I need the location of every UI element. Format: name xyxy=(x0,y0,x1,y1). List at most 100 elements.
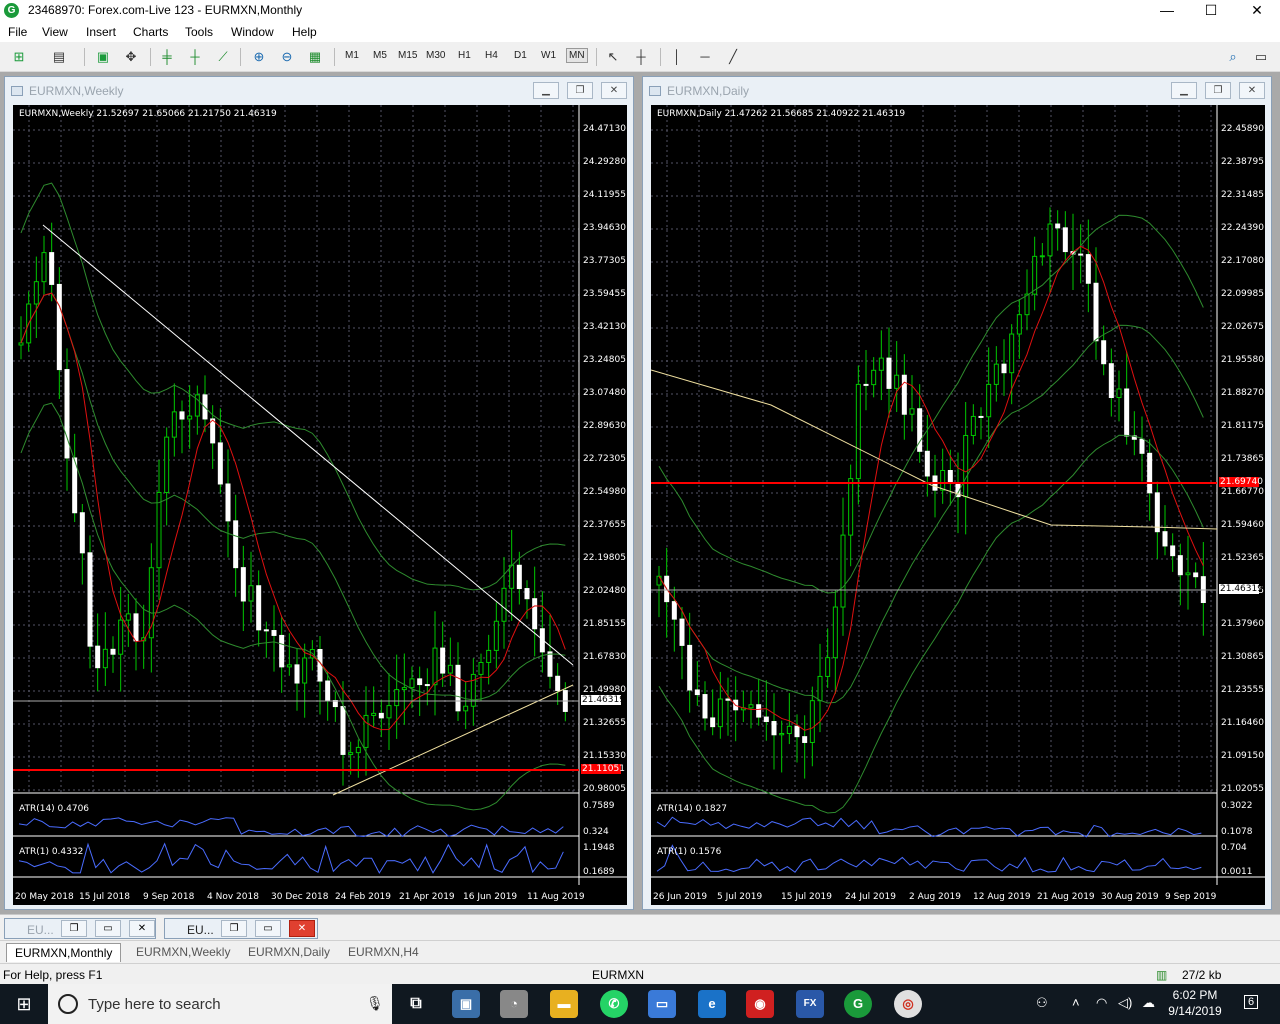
close-button[interactable]: ✕ xyxy=(1234,0,1280,22)
search-box[interactable]: Type here to search 🎙 xyxy=(48,984,392,1024)
chart-restore-button[interactable]: ❐ xyxy=(1205,82,1231,99)
chart-close-button[interactable]: ✕ xyxy=(1239,82,1265,99)
tile-windows-icon[interactable]: ▦ xyxy=(304,47,326,67)
task-view-icon[interactable]: ⧉ xyxy=(402,990,430,1018)
tab-weekly[interactable]: EURMXN,Weekly xyxy=(128,943,238,962)
app-icon[interactable]: ▣ xyxy=(452,990,480,1018)
vertical-line-icon[interactable]: │ xyxy=(666,47,688,67)
timeframe-m15[interactable]: M15 xyxy=(398,50,417,61)
maximize-button[interactable]: ☐ xyxy=(1188,0,1234,22)
zoom-in-icon[interactable]: ⊕ xyxy=(248,47,270,67)
chart-window-titlebar[interactable]: EURMXN,Daily ▁ ❐ ✕ xyxy=(643,77,1271,103)
cursor-icon[interactable]: ↖ xyxy=(602,47,624,67)
menu-tools[interactable]: Tools xyxy=(185,25,213,39)
edge-icon[interactable]: e xyxy=(698,990,726,1018)
candle-body xyxy=(970,415,976,436)
timeframe-h1[interactable]: H1 xyxy=(458,50,471,61)
chart-restore-button[interactable]: ❐ xyxy=(567,82,593,99)
timeframe-mn[interactable]: MN xyxy=(566,48,588,63)
timeframe-w1[interactable]: W1 xyxy=(541,50,556,61)
line-chart-icon[interactable]: ⟋ xyxy=(212,47,234,67)
market-watch-icon[interactable]: ▣ xyxy=(92,47,114,67)
tab-daily[interactable]: EURMXN,Daily xyxy=(240,943,338,962)
bar-chart-icon[interactable]: ╪ xyxy=(156,47,178,67)
candle-body xyxy=(978,415,984,418)
app-icon[interactable]: ▭ xyxy=(648,990,676,1018)
clock[interactable]: 6:02 PM 9/14/2019 xyxy=(1160,987,1230,1019)
moving-average-red xyxy=(20,292,566,731)
menu-view[interactable]: View xyxy=(42,25,68,39)
menu-charts[interactable]: Charts xyxy=(133,25,168,39)
candle-body xyxy=(164,436,170,493)
candle-body xyxy=(271,630,277,636)
chart-canvas[interactable]: EURMXN,Daily 21.47262 21.56685 21.40922 … xyxy=(651,105,1265,905)
timeframe-h4[interactable]: H4 xyxy=(485,50,498,61)
timeframe-m30[interactable]: M30 xyxy=(426,50,445,61)
app-icon[interactable]: ◉ xyxy=(746,990,774,1018)
file-explorer-icon[interactable]: ▬ xyxy=(550,990,578,1018)
candlestick-icon[interactable]: ┼ xyxy=(184,47,206,67)
chart-window-weekly[interactable]: EURMXN,Weekly ▁ ❐ ✕ EURMXN,Weekly 21.526… xyxy=(4,76,634,910)
candle-body xyxy=(1177,555,1183,576)
volume-icon[interactable]: ◁) xyxy=(1118,995,1132,1011)
onedrive-icon[interactable]: ☁ xyxy=(1142,995,1155,1011)
menu-insert[interactable]: Insert xyxy=(86,25,116,39)
whatsapp-icon[interactable]: ✆ xyxy=(600,990,628,1018)
close-button[interactable]: ✕ xyxy=(289,920,315,937)
chart-info: EURMXN,Weekly 21.52697 21.65066 21.21750… xyxy=(19,109,277,119)
new-chart-icon[interactable]: ⊞ xyxy=(8,47,30,67)
date-axis-label: 9 Sep 2018 xyxy=(143,892,195,902)
chat-icon[interactable]: ▭ xyxy=(1250,47,1272,67)
notifications-icon[interactable]: 6 xyxy=(1244,995,1259,1009)
restore-button[interactable]: ❐ xyxy=(61,920,87,937)
tab-monthly[interactable]: EURMXN,Monthly xyxy=(6,943,122,962)
candle-body xyxy=(947,469,953,484)
candle-body xyxy=(1047,223,1053,257)
search-icon[interactable]: ⌕ xyxy=(1222,47,1244,67)
chrome-icon[interactable]: ◎ xyxy=(894,990,922,1018)
price-chart[interactable] xyxy=(651,105,1265,905)
app-icon[interactable]: ◔ xyxy=(500,990,528,1018)
timeframe-m1[interactable]: M1 xyxy=(345,50,359,61)
minimized-window[interactable]: EU... ❐ ▭ ✕ xyxy=(4,918,156,939)
candle-body xyxy=(33,281,39,305)
crosshair-icon[interactable]: ┼ xyxy=(630,47,652,67)
tray-chevron-icon[interactable]: ˄ xyxy=(1072,995,1080,1010)
start-button[interactable]: ⊞ xyxy=(0,984,48,1024)
trendline-icon[interactable]: ╱ xyxy=(722,47,744,67)
menu-help[interactable]: Help xyxy=(292,25,317,39)
horizontal-line-icon[interactable]: ─ xyxy=(694,47,716,67)
chart-minimize-button[interactable]: ▁ xyxy=(1171,82,1197,99)
close-button[interactable]: ✕ xyxy=(129,920,155,937)
mic-icon[interactable]: 🎙 xyxy=(366,995,384,1012)
chart-window-daily[interactable]: EURMXN,Daily ▁ ❐ ✕ EURMXN,Daily 21.47262… xyxy=(642,76,1272,910)
chart-close-button[interactable]: ✕ xyxy=(601,82,627,99)
candle-body xyxy=(225,483,231,522)
price-axis-label: 21.85155 xyxy=(583,619,626,629)
timeframe-d1[interactable]: D1 xyxy=(514,50,527,61)
maximize-button[interactable]: ▭ xyxy=(95,920,121,937)
trading-app-icon[interactable]: G xyxy=(844,990,872,1018)
menu-window[interactable]: Window xyxy=(231,25,274,39)
trendline xyxy=(42,224,574,666)
chart-canvas[interactable]: EURMXN,Weekly 21.52697 21.65066 21.21750… xyxy=(13,105,627,905)
indicator-scale-label: 0.3022 xyxy=(1221,801,1253,811)
fxchoice-icon[interactable]: FX xyxy=(796,990,824,1018)
timeframe-m5[interactable]: M5 xyxy=(373,50,387,61)
wifi-icon[interactable]: ◠ xyxy=(1096,995,1107,1011)
maximize-button[interactable]: ▭ xyxy=(255,920,281,937)
navigator-icon[interactable]: ✥ xyxy=(120,47,142,67)
chart-window-titlebar[interactable]: EURMXN,Weekly ▁ ❐ ✕ xyxy=(5,77,633,103)
chart-minimize-button[interactable]: ▁ xyxy=(533,82,559,99)
tab-h4[interactable]: EURMXN,H4 xyxy=(340,943,427,962)
people-icon[interactable]: ⚇ xyxy=(1036,995,1048,1011)
price-chart[interactable] xyxy=(13,105,627,905)
price-axis-label: 22.31485 xyxy=(1221,190,1264,200)
menu-file[interactable]: File xyxy=(8,25,27,39)
minimize-button[interactable]: — xyxy=(1144,0,1190,22)
minimized-window[interactable]: EU... ❐ ▭ ✕ xyxy=(164,918,318,939)
atr1-label: ATR(1) 0.1576 xyxy=(657,847,722,857)
zoom-out-icon[interactable]: ⊖ xyxy=(276,47,298,67)
restore-button[interactable]: ❐ xyxy=(221,920,247,937)
profiles-icon[interactable]: ▤ xyxy=(48,47,70,67)
